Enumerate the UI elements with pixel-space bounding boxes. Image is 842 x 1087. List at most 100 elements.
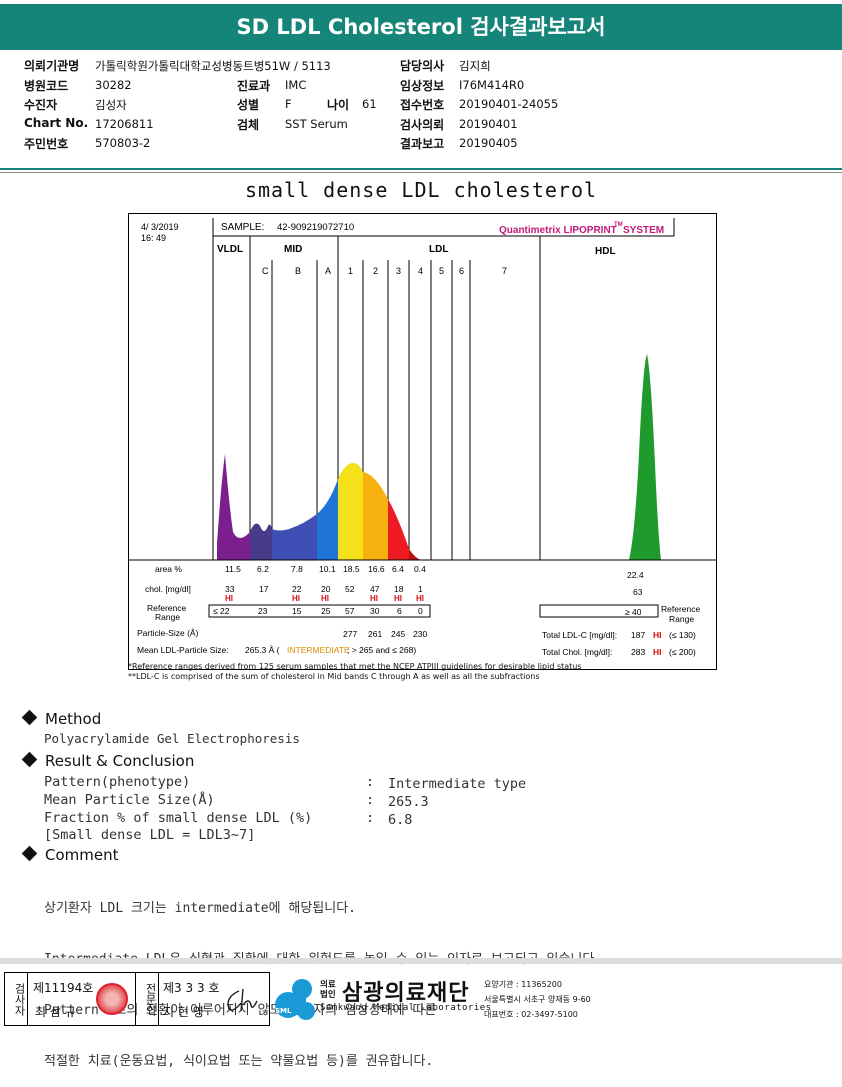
id-label: 주민번호 — [24, 137, 69, 151]
fraction-value: 6.8 — [388, 812, 413, 828]
area-vldl: 11.5 — [225, 564, 241, 574]
band-label-a: A — [325, 266, 331, 276]
chart-note-2: **LDL-C is comprised of the sum of chole… — [128, 672, 540, 681]
mean-size-value: 265.3 Å ( — [245, 645, 280, 655]
method-heading-text: Method — [45, 710, 102, 728]
org-english-name: Samkwang Medical Laboratories — [320, 1003, 492, 1013]
sml-logo-icon — [275, 979, 315, 1020]
hi-flag-4: HI — [416, 594, 424, 603]
signature-icon — [227, 988, 258, 1012]
area-hdl: 22.4 — [627, 570, 644, 580]
band-label-5: 5 — [439, 266, 444, 276]
vldl-peak — [217, 454, 250, 560]
total-chol-flag: HI — [653, 647, 662, 657]
area-c: 6.2 — [257, 564, 269, 574]
mid-band-a — [317, 479, 338, 560]
pattern-value: Intermediate type — [388, 776, 527, 792]
divider — [0, 168, 842, 170]
result-heading: Result & Conclusion — [21, 751, 194, 770]
ref-right-label-2: Range — [669, 614, 694, 624]
specialist-name: 지 현 영 — [163, 1005, 204, 1019]
chart-time: 16: 49 — [141, 233, 166, 243]
chol-3: 18 — [394, 584, 404, 594]
request-label: 검사의뢰 — [400, 118, 445, 132]
mean-label: Mean Particle Size(Å) — [44, 792, 215, 808]
fraction-label: Fraction % of small dense LDL (%) — [44, 810, 313, 826]
band-label-1: 1 — [348, 266, 353, 276]
hi-flag-a: HI — [321, 594, 329, 603]
ref-row-label-2: Range — [155, 612, 180, 622]
ldl-band-3 — [388, 499, 409, 560]
ldl-band-2 — [363, 472, 388, 560]
particle-row-label: Particle-Size (Å) — [137, 628, 199, 638]
report-date-value: 20190405 — [459, 136, 518, 150]
mean-size-label: Mean LDL-Particle Size: — [137, 645, 229, 655]
area-2: 16.6 — [368, 564, 385, 574]
ref-2: 30 — [370, 606, 380, 616]
comment-heading: Comment — [21, 845, 119, 864]
comment-line: 상기환자 LDL 크기는 intermediate에 해당됩니다. — [44, 901, 357, 916]
clinical-label: 임상정보 — [400, 79, 445, 93]
chol-1: 52 — [345, 584, 355, 594]
ref-1: 57 — [345, 606, 355, 616]
band-label-3: 3 — [396, 266, 401, 276]
age-value: 61 — [362, 97, 377, 111]
group-ldl: LDL — [429, 244, 448, 255]
specialist-label: 전문의 — [135, 973, 159, 1025]
ref-a: 25 — [321, 606, 331, 616]
report-title: SD LDL Cholesterol 검사결과보고서 — [0, 4, 842, 50]
chart-note-1: *Reference ranges derived from 125 serum… — [128, 662, 582, 671]
total-chol-label: Total Chol. [mg/dl]: — [542, 647, 612, 657]
band-label-b: B — [295, 266, 301, 276]
mean-size-type: INTERMEDIATE — [287, 645, 350, 655]
tester-label: 검사자 — [5, 973, 28, 1025]
mean-value: 265.3 — [388, 794, 429, 810]
hospital-value: 가톨릭학원가톨릭대학교성병동트병51W / 5113 — [95, 59, 331, 73]
sample-label: SAMPLE: — [221, 222, 264, 233]
area-b: 7.8 — [291, 564, 303, 574]
mean-colon: : — [366, 792, 375, 808]
ref-c: 23 — [258, 606, 268, 616]
diamond-bullet-icon — [21, 845, 38, 862]
dept-label: 진료과 — [237, 79, 271, 93]
ref-hdl: ≥ 40 — [625, 607, 642, 617]
section-title: small dense LDL cholesterol — [244, 178, 598, 202]
brand-tm: TM — [614, 222, 623, 228]
particle-3: 245 — [391, 629, 405, 639]
report-date-label: 결과보고 — [400, 137, 445, 151]
ldl-band-4 — [409, 549, 421, 560]
total-ldl-ref: (≤ 130) — [669, 630, 696, 640]
particle-4: 230 — [413, 629, 427, 639]
tester-number: 제11194호 — [33, 981, 94, 995]
total-chol-ref: (≤ 200) — [669, 647, 696, 657]
group-mid: MID — [284, 244, 302, 255]
band-label-6: 6 — [459, 266, 464, 276]
particle-2: 261 — [368, 629, 382, 639]
footer-divider — [0, 958, 842, 964]
specimen-value: SST Serum — [285, 117, 348, 131]
ref-right-label-1: Reference — [661, 604, 700, 614]
hdl-peak — [629, 354, 661, 560]
total-ldl-label: Total LDL-C [mg/dl]: — [542, 630, 617, 640]
org-address: 서울특별시 서초구 양재동 9-60 — [484, 995, 591, 1004]
specimen-label: 검체 — [237, 118, 260, 132]
band-label-2: 2 — [373, 266, 378, 276]
lipoprint-chart: 4/ 3/2019 16: 49 SAMPLE: 42-909219072710… — [128, 213, 717, 670]
divider-thin — [0, 172, 842, 173]
mid-band-b — [272, 514, 317, 560]
pattern-label: Pattern(phenotype) — [44, 774, 191, 790]
dept-value: IMC — [285, 78, 307, 92]
hi-flag-b: HI — [292, 594, 300, 603]
hi-flag-vldl: HI — [225, 594, 233, 603]
request-value: 20190401 — [459, 117, 518, 131]
sample-value: 42-909219072710 — [277, 222, 354, 233]
pattern-colon: : — [366, 774, 375, 790]
age-label: 나이 — [327, 98, 350, 112]
mid-band-c — [250, 523, 272, 560]
ref-b: 15 — [292, 606, 302, 616]
chart-notes: *Reference ranges derived from 125 serum… — [128, 662, 582, 682]
method-heading: Method — [21, 709, 102, 728]
band-label-4: 4 — [418, 266, 423, 276]
doctor-label: 담당의사 — [400, 59, 445, 73]
chol-c: 17 — [259, 584, 269, 594]
